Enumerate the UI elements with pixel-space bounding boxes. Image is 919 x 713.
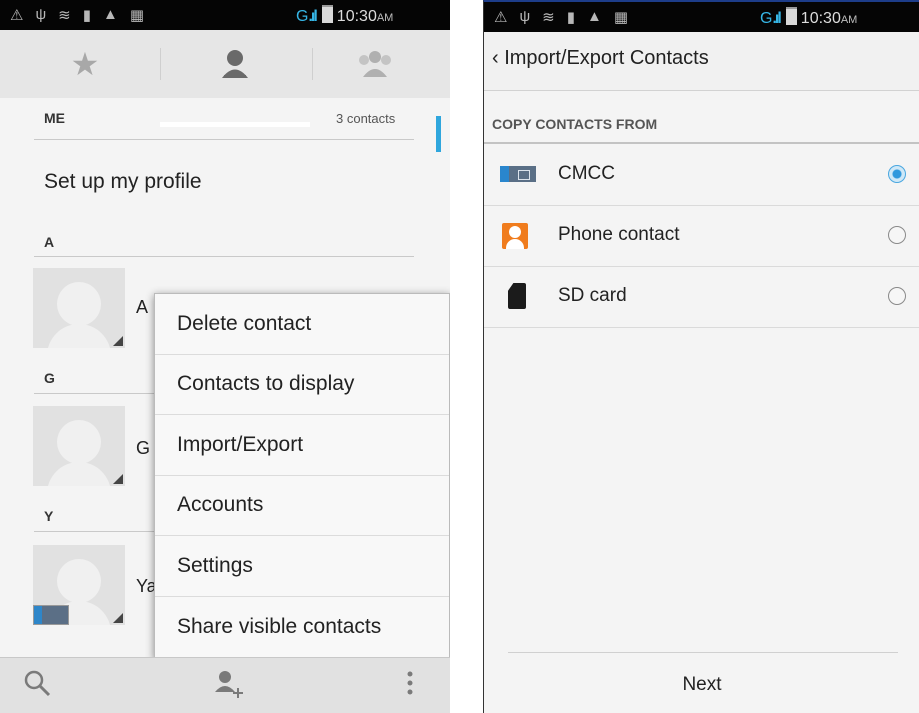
usb-icon: ψ [519,8,531,25]
action-bar: ‹ Import/Export Contacts [484,32,919,91]
status-bar: ⚠ ψ ≋ ▮ ▲ ▦ G.ıl 10:30AM [0,0,450,30]
overflow-icon[interactable] [404,668,416,705]
sim-card-icon [500,166,536,182]
group-icon [359,51,391,77]
avatar[interactable] [33,268,125,348]
tab-groups[interactable] [300,30,450,98]
menu-import-export[interactable]: Import/Export [155,415,449,476]
barcode-icon: ▦ [613,9,629,26]
lock-icon: ▲ [587,8,602,25]
contacts-screen: ⚠ ψ ≋ ▮ ▲ ▦ G.ıl 10:30AM ★ ME 3 contacts … [0,0,450,713]
network-type: G [296,8,309,25]
radio-button[interactable] [888,287,906,305]
signal-cluster: G.ıl 10:30AM [760,7,857,28]
contact-name[interactable]: G [136,438,150,459]
option-cmcc[interactable]: CMCC [484,145,919,206]
sd-icon: ▮ [566,9,575,26]
me-header: ME [44,110,65,126]
clock: 10:30 [800,10,841,27]
section-divider [34,531,154,532]
clock: 10:30 [336,8,377,25]
menu-contacts-to-display[interactable]: Contacts to display [155,355,449,415]
tab-bar: ★ [0,30,450,127]
option-sd-card[interactable]: SD card [484,267,919,328]
contacts-count: 3 contacts [336,111,396,126]
option-phone-contact[interactable]: Phone contact [484,206,919,267]
option-label: CMCC [558,163,615,184]
menu-share-visible-contacts[interactable]: Share visible contacts [155,597,449,658]
add-contact-icon[interactable] [212,668,248,707]
sd-icon: ▮ [82,7,91,24]
wifi-icon: ≋ [58,7,71,24]
person-icon [222,50,248,78]
signal-icon: .ıl [772,10,781,27]
battery-icon [785,7,797,25]
network-type: G [760,10,773,27]
tab-favorites[interactable]: ★ [10,30,160,98]
scrollbar[interactable] [436,116,441,152]
status-bar: ⚠ ψ ≋ ▮ ▲ ▦ G.ıl 10:30AM [484,2,919,32]
import-export-screen: ⚠ ψ ≋ ▮ ▲ ▦ G.ıl 10:30AM ‹ Import/Export … [483,0,919,713]
warning-icon: ⚠ [10,7,24,24]
barcode-icon: ▦ [129,7,145,24]
warning-icon: ⚠ [494,9,508,26]
avatar[interactable] [33,406,125,486]
section-letter: Y [44,508,54,524]
section-divider [34,393,154,394]
search-icon[interactable] [22,668,52,705]
section-divider [34,139,414,140]
next-button[interactable]: Next [484,674,919,696]
signal-cluster: G.ıl 10:30AM [296,5,393,26]
wifi-icon: ≋ [542,9,555,26]
lock-icon: ▲ [103,6,118,23]
usb-icon: ψ [35,6,47,23]
option-label: Phone contact [558,224,680,245]
section-letter: G [44,370,55,386]
overflow-menu: Delete contact Contacts to display Impor… [154,293,450,659]
phone-contact-icon [502,223,528,249]
clock-ampm: AM [376,12,394,24]
tab-contacts[interactable] [160,30,310,98]
status-icons: ⚠ ψ ≋ ▮ ▲ ▦ [494,8,628,26]
section-letter: A [44,234,55,250]
star-icon: ★ [70,46,100,82]
section-divider [34,256,414,257]
option-label: SD card [558,285,627,306]
back-title-button[interactable]: ‹ Import/Export Contacts [492,47,709,70]
set-up-profile[interactable]: Set up my profile [44,170,202,194]
section-header: COPY CONTACTS FROM [492,116,658,132]
radio-button[interactable] [888,226,906,244]
footer-divider [508,652,898,653]
status-icons: ⚠ ψ ≋ ▮ ▲ ▦ [10,6,144,24]
contact-name[interactable]: A [136,297,148,318]
sd-card-icon [508,283,526,309]
menu-settings[interactable]: Settings [155,536,449,597]
bottom-action-bar [0,657,450,713]
signal-icon: .ıl [308,8,317,25]
battery-icon [321,5,333,23]
tab-indicator [160,122,310,127]
menu-delete-contact[interactable]: Delete contact [155,294,449,355]
section-divider [484,142,919,144]
sim-badge-icon [33,605,69,625]
clock-ampm: AM [840,14,858,26]
menu-accounts[interactable]: Accounts [155,476,449,536]
radio-button[interactable] [888,165,906,183]
